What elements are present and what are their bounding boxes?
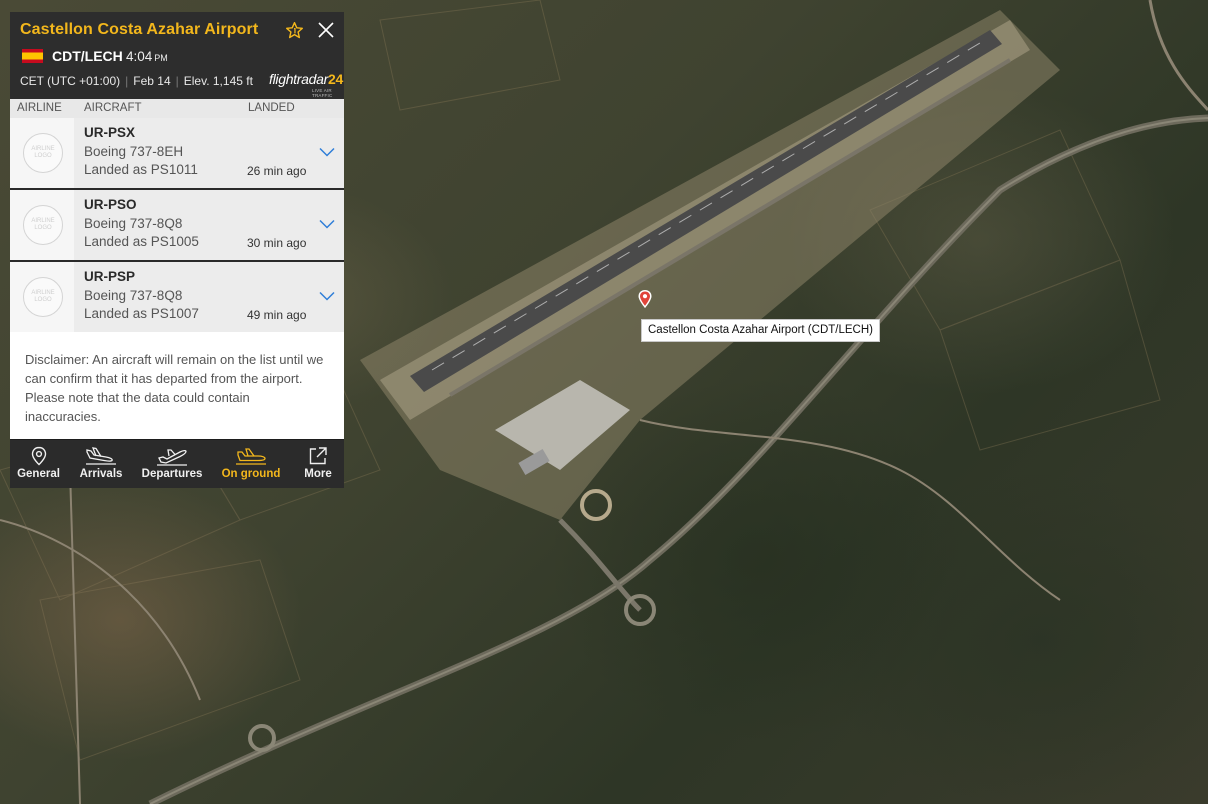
- nav-general[interactable]: General: [10, 440, 67, 488]
- logo-tagline: LIVE AIR TRAFFIC: [312, 88, 333, 98]
- bottom-nav: General Arrivals Departures On ground Mo…: [10, 439, 344, 488]
- registration: UR-PSO: [84, 197, 137, 212]
- spain-flag-icon: [22, 49, 43, 63]
- nav-on-ground[interactable]: On ground: [216, 440, 286, 488]
- meta-separator: |: [125, 74, 129, 88]
- panel-header: Castellon Costa Azahar Airport CDT/LECH …: [10, 12, 344, 99]
- airline-logo-cell: AIRLINE LOGO: [10, 190, 74, 260]
- airport-meta: CET (UTC +01:00) | Feb 14 | Elev. 1,145 ft: [20, 74, 253, 88]
- landed-as: Landed as PS1007: [84, 306, 199, 321]
- logo-number: 24: [327, 71, 343, 87]
- aircraft-row[interactable]: AIRLINE LOGO UR-PSO Boeing 737-8Q8 Lande…: [10, 190, 344, 260]
- meta-separator: |: [175, 74, 179, 88]
- airport-codes: CDT/LECH: [52, 48, 123, 64]
- airline-logo-placeholder: AIRLINE LOGO: [23, 277, 63, 317]
- nav-arrivals[interactable]: Arrivals: [72, 440, 130, 488]
- map-pin-icon: [31, 446, 46, 466]
- chevron-down-icon[interactable]: [319, 147, 335, 157]
- timezone: CET (UTC +01:00): [20, 74, 121, 88]
- external-link-icon: [309, 447, 327, 465]
- registration: UR-PSP: [84, 269, 136, 284]
- column-airline: AIRLINE: [17, 102, 62, 114]
- aircraft-type: Boeing 737-8Q8: [84, 216, 183, 231]
- column-aircraft: AIRCRAFT: [84, 102, 142, 114]
- flightradar24-logo[interactable]: flightradar24: [269, 71, 343, 87]
- aircraft-row[interactable]: AIRLINE LOGO UR-PSX Boeing 737-8EH Lande…: [10, 118, 344, 188]
- registration: UR-PSX: [84, 125, 136, 140]
- aircraft-type: Boeing 737-8EH: [84, 144, 184, 159]
- airport-map-label[interactable]: Castellon Costa Azahar Airport (CDT/LECH…: [641, 319, 880, 342]
- nav-label: More: [304, 468, 332, 480]
- time-ago: 26 min ago: [247, 164, 307, 178]
- aircraft-type: Boeing 737-8Q8: [84, 288, 183, 303]
- nav-label: On ground: [221, 468, 281, 480]
- nav-label: General: [17, 468, 60, 480]
- aircraft-row[interactable]: AIRLINE LOGO UR-PSP Boeing 737-8Q8 Lande…: [10, 262, 344, 332]
- logo-name: flightradar: [269, 71, 328, 87]
- nav-label: Arrivals: [79, 468, 123, 480]
- aircraft-list: AIRLINE LOGO UR-PSX Boeing 737-8EH Lande…: [10, 118, 344, 332]
- elevation: Elev. 1,145 ft: [183, 74, 253, 88]
- time-ago: 30 min ago: [247, 236, 307, 250]
- airport-panel: Castellon Costa Azahar Airport CDT/LECH …: [10, 12, 344, 488]
- landed-as: Landed as PS1011: [84, 162, 198, 177]
- local-time-value: 4:04: [126, 49, 153, 64]
- airport-map-marker-icon[interactable]: [637, 289, 653, 309]
- date: Feb 14: [133, 74, 171, 88]
- star-icon[interactable]: [285, 21, 304, 40]
- departure-plane-icon: [157, 449, 187, 466]
- airline-logo-cell: AIRLINE LOGO: [10, 262, 74, 332]
- time-ago: 49 min ago: [247, 308, 307, 322]
- chevron-down-icon[interactable]: [319, 219, 335, 229]
- nav-label: Departures: [141, 468, 203, 480]
- airline-logo-placeholder: AIRLINE LOGO: [23, 205, 63, 245]
- chevron-down-icon[interactable]: [319, 291, 335, 301]
- airline-logo-placeholder: AIRLINE LOGO: [23, 133, 63, 173]
- airline-logo-cell: AIRLINE LOGO: [10, 118, 74, 188]
- local-time: 4:04 PM: [126, 49, 168, 64]
- on-ground-plane-icon: [236, 448, 266, 465]
- column-landed: LANDED: [248, 102, 295, 114]
- nav-more[interactable]: More: [296, 440, 340, 488]
- arrival-plane-icon: [86, 447, 116, 465]
- disclaimer: Disclaimer: An aircraft will remain on t…: [10, 332, 344, 439]
- local-time-ampm: PM: [154, 53, 168, 63]
- landed-as: Landed as PS1005: [84, 234, 199, 249]
- nav-departures[interactable]: Departures: [138, 440, 206, 488]
- close-icon[interactable]: [318, 22, 334, 38]
- table-header: AIRLINE AIRCRAFT LANDED: [10, 99, 344, 118]
- airport-name: Castellon Costa Azahar Airport: [20, 21, 259, 38]
